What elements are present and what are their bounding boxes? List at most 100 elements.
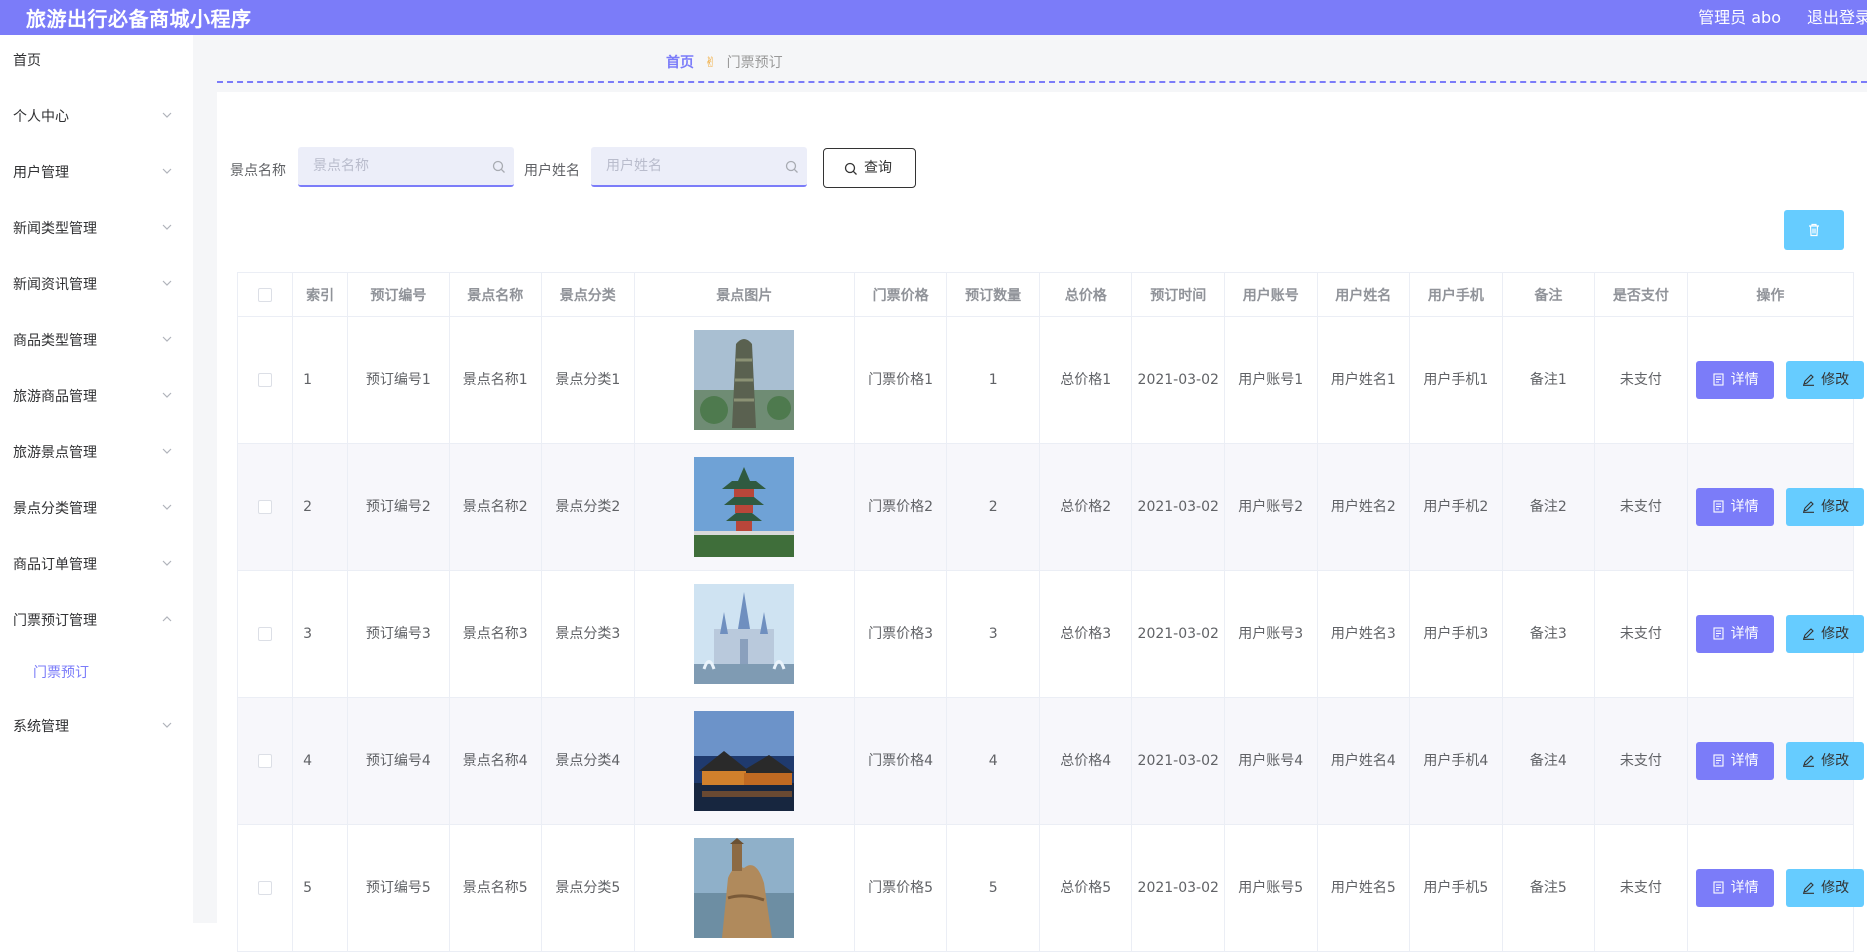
hand-icon: ✌: [704, 55, 717, 71]
sidebar-item-goods-type[interactable]: 商品类型管理: [0, 321, 193, 361]
row-checkbox[interactable]: [258, 754, 273, 768]
cell-booking-time: 2021-03-02: [1131, 443, 1225, 571]
edit-icon: [1803, 628, 1815, 640]
logout-link[interactable]: 退出登录: [1807, 4, 1867, 28]
cell-user-phone: 用户手机1: [1409, 316, 1503, 444]
sidebar-item-news-info[interactable]: 新闻资讯管理: [0, 265, 193, 305]
detail-button-label: 详情: [1730, 753, 1759, 769]
sidebar-item-travel-spots[interactable]: 旅游景点管理: [0, 433, 193, 473]
select-all-checkbox[interactable]: [258, 287, 273, 302]
sidebar-item-label: 首页: [13, 53, 41, 69]
cell-user-account: 用户账号2: [1224, 443, 1318, 571]
detail-button[interactable]: 详情: [1695, 361, 1774, 399]
document-icon: [1713, 373, 1724, 386]
sidebar-item-news-type[interactable]: 新闻类型管理: [0, 209, 193, 249]
spot-name-placeholder: 景点名称: [313, 158, 369, 174]
sidebar-item-travel-goods[interactable]: 旅游商品管理: [0, 377, 193, 417]
detail-button[interactable]: 详情: [1695, 869, 1774, 907]
cell-spot-category: 景点分类2: [541, 443, 635, 571]
spot-image: [694, 711, 795, 811]
sidebar-subitem-ticket-booking[interactable]: 门票预订: [0, 653, 193, 693]
column-header: 用户账号: [1224, 272, 1318, 317]
chevron-down-icon: [162, 504, 172, 510]
sidebar-item-label: 景点分类管理: [13, 501, 97, 517]
cell-total-price: 总价格1: [1038, 316, 1133, 444]
sidebar-item-ticket-booking-mgmt[interactable]: 门票预订管理: [0, 601, 193, 641]
sidebar-item-label: 新闻资讯管理: [13, 277, 97, 293]
sidebar: 首页 个人中心 用户管理 新闻类型管理 新闻资讯管理 商品类型管理 旅游商品管理…: [0, 35, 193, 923]
sidebar-item-label: 商品类型管理: [13, 333, 97, 349]
row-checkbox[interactable]: [258, 627, 273, 641]
cell-remark: 备注2: [1501, 443, 1596, 571]
cell-remark: 备注3: [1501, 570, 1596, 698]
detail-button-label: 详情: [1730, 880, 1759, 896]
edit-button-label: 修改: [1821, 499, 1850, 515]
cell-user-phone: 用户手机4: [1409, 697, 1503, 825]
cell-spot-image: [633, 316, 855, 444]
detail-button[interactable]: 详情: [1695, 488, 1774, 526]
user-name-input[interactable]: 用户姓名: [591, 147, 807, 187]
sidebar-item-user-management[interactable]: 用户管理: [0, 153, 193, 193]
document-icon: [1713, 500, 1724, 513]
select-cell: [236, 697, 294, 825]
cell-quantity: 4: [946, 697, 1040, 825]
cell-booking-time: 2021-03-02: [1131, 570, 1225, 698]
cell-actions: 详情 修改 删除: [1686, 824, 1865, 952]
edit-button-label: 修改: [1821, 626, 1850, 642]
edit-button[interactable]: 修改: [1786, 361, 1865, 399]
cell-index: 5: [292, 824, 349, 952]
row-checkbox[interactable]: [258, 881, 273, 895]
sidebar-item-personal-center[interactable]: 个人中心: [0, 97, 193, 137]
chevron-down-icon: [162, 280, 172, 286]
select-cell: [236, 824, 294, 952]
query-button[interactable]: 查询: [823, 148, 916, 188]
column-header: 预订时间: [1131, 272, 1225, 317]
cell-actions: 详情 修改 删除: [1686, 443, 1865, 571]
sidebar-item-label: 用户管理: [13, 165, 69, 181]
cell-spot-image: [633, 443, 855, 571]
sidebar-item-spot-category[interactable]: 景点分类管理: [0, 489, 193, 529]
edit-button[interactable]: 修改: [1786, 742, 1865, 780]
app-title: 旅游出行必备商城小程序: [26, 7, 252, 31]
sidebar-item-system[interactable]: 系统管理: [0, 707, 193, 747]
content-panel: 景点名称 景点名称 用户姓名 用户姓名 查询 索引 预订编号 景点名称 景点分类…: [217, 92, 1867, 952]
cell-spot-name: 景点名称2: [448, 443, 543, 571]
cell-quantity: 2: [946, 443, 1040, 571]
spot-image: [694, 330, 795, 430]
sidebar-item-label: 商品订单管理: [13, 557, 97, 573]
cell-ticket-price: 门票价格2: [853, 443, 948, 571]
detail-button-label: 详情: [1730, 626, 1759, 642]
edit-icon: [1803, 374, 1815, 386]
column-header: 索引: [292, 272, 349, 317]
sidebar-item-goods-orders[interactable]: 商品订单管理: [0, 545, 193, 585]
edit-button[interactable]: 修改: [1786, 869, 1865, 907]
cell-user-name: 用户姓名5: [1316, 824, 1411, 952]
cell-booking-no: 预订编号3: [347, 570, 450, 698]
chevron-down-icon: [162, 560, 172, 566]
cell-paid-status: 未支付: [1594, 697, 1688, 825]
detail-button[interactable]: 详情: [1695, 742, 1774, 780]
breadcrumb-home[interactable]: 首页: [666, 55, 694, 71]
spot-name-input[interactable]: 景点名称: [298, 147, 514, 187]
detail-button[interactable]: 详情: [1695, 615, 1774, 653]
sidebar-item-label: 系统管理: [13, 719, 69, 735]
chevron-down-icon: [162, 168, 172, 174]
document-icon: [1713, 881, 1724, 894]
sidebar-item-home[interactable]: 首页: [0, 41, 193, 81]
edit-button[interactable]: 修改: [1786, 488, 1865, 526]
row-checkbox[interactable]: [258, 373, 273, 387]
edit-icon: [1803, 501, 1815, 513]
cell-spot-name: 景点名称4: [448, 697, 543, 825]
spot-image: [694, 838, 795, 938]
cell-quantity: 5: [946, 824, 1040, 952]
edit-button[interactable]: 修改: [1786, 615, 1865, 653]
cell-index: 2: [292, 443, 349, 571]
column-header: 总价格: [1038, 272, 1133, 317]
column-header: 门票价格: [853, 272, 948, 317]
batch-delete-button[interactable]: [1784, 210, 1844, 250]
breadcrumb-current: 门票预订: [726, 55, 783, 71]
cell-booking-time: 2021-03-02: [1131, 824, 1225, 952]
search-icon: [785, 160, 798, 173]
row-checkbox[interactable]: [258, 500, 273, 514]
cell-paid-status: 未支付: [1594, 824, 1688, 952]
